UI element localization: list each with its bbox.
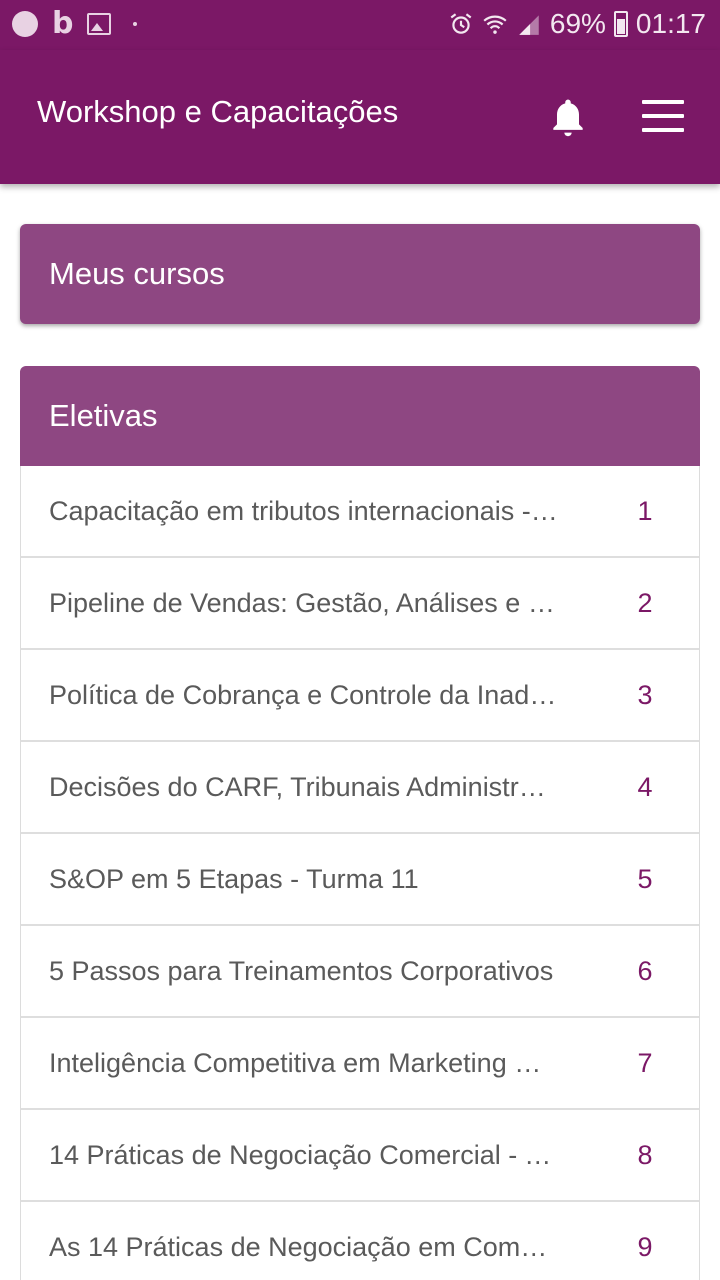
b-app-icon: b: [52, 6, 74, 41]
image-icon: [87, 13, 112, 35]
course-number: 7: [637, 1048, 653, 1078]
battery-percent: 69%: [549, 8, 606, 39]
course-row[interactable]: As 14 Práticas de Negociação em Compras …: [21, 1202, 699, 1280]
alarm-icon: [450, 13, 472, 34]
hamburger-menu-icon[interactable]: [642, 100, 684, 132]
bell-icon[interactable]: [546, 94, 590, 140]
course-title: Capacitação em tributos internacionais -…: [49, 496, 559, 526]
clock: 01:17: [635, 8, 706, 39]
course-row[interactable]: Capacitação em tributos internacionais -…: [21, 466, 699, 558]
electives-header[interactable]: Eletivas: [20, 366, 700, 466]
course-list: Capacitação em tributos internacionais -…: [20, 466, 700, 1280]
battery-icon: [613, 11, 628, 37]
course-title: Inteligência Competitiva em Marketing Di…: [49, 1048, 559, 1078]
app-bar: Workshop e Capacitações: [0, 50, 720, 184]
course-title: Decisões do CARF, Tribunais Administrati…: [49, 772, 559, 802]
course-number: 8: [637, 1140, 653, 1170]
course-title: 5 Passos para Treinamentos Corporativos: [49, 956, 554, 986]
course-number: 2: [637, 588, 653, 618]
course-number: 6: [637, 956, 653, 986]
course-number: 4: [637, 772, 653, 802]
course-number: 5: [637, 864, 653, 894]
course-number: 3: [637, 680, 653, 710]
course-title: As 14 Práticas de Negociação em Compras: [49, 1232, 559, 1262]
course-row[interactable]: Decisões do CARF, Tribunais Administrati…: [21, 742, 699, 834]
course-row[interactable]: S&OP em 5 Etapas - Turma 11 5: [21, 834, 699, 926]
course-row[interactable]: Política de Cobrança e Controle da Inadi…: [21, 650, 699, 742]
notification-dot-icon: [12, 11, 38, 37]
course-title: 14 Práticas de Negociação Comercial - Tu…: [49, 1140, 559, 1170]
dot-icon: [133, 22, 138, 26]
course-number: 1: [637, 496, 653, 526]
page-title: Workshop e Capacitações: [37, 94, 399, 129]
status-bar: b 69% 01:17: [0, 0, 720, 50]
status-left-icons: b: [12, 6, 138, 41]
course-row[interactable]: 5 Passos para Treinamentos Corporativos …: [21, 926, 699, 1018]
course-title: Política de Cobrança e Controle da Inadi…: [49, 680, 559, 710]
status-right: 69% 01:17: [448, 8, 706, 40]
course-title: S&OP em 5 Etapas - Turma 11: [49, 864, 419, 894]
course-row[interactable]: 14 Práticas de Negociação Comercial - Tu…: [21, 1110, 699, 1202]
course-number: 9: [637, 1232, 653, 1262]
signal-icon: [519, 15, 539, 35]
course-row[interactable]: Pipeline de Vendas: Gestão, Análises e F…: [21, 558, 699, 650]
course-title: Pipeline de Vendas: Gestão, Análises e F…: [49, 588, 559, 618]
my-courses-header[interactable]: Meus cursos: [20, 224, 700, 324]
course-row[interactable]: Inteligência Competitiva em Marketing Di…: [21, 1018, 699, 1110]
wifi-icon: [483, 15, 507, 34]
